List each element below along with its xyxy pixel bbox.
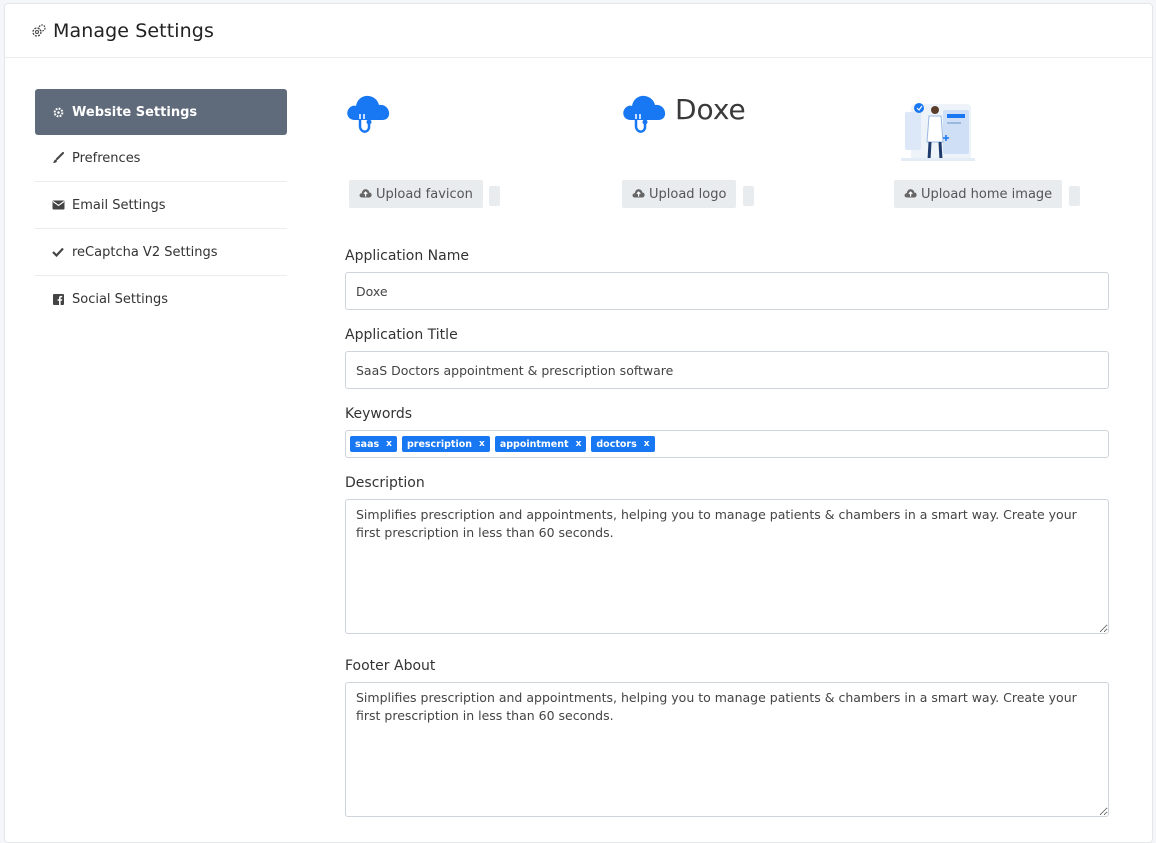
application-title-label: Application Title — [345, 327, 458, 343]
keywords-label: Keywords — [345, 406, 413, 422]
upload-logo-label: Upload logo — [649, 186, 727, 202]
gears-icon — [31, 22, 49, 40]
page-title: Manage Settings — [53, 19, 214, 42]
upload-favicon-label: Upload favicon — [376, 186, 473, 202]
keyword-tag-label: appointment — [499, 438, 569, 450]
sidebar-item-website-settings[interactable]: Website Settings — [35, 89, 287, 135]
sidebar-item-label: Prefrences — [72, 150, 141, 166]
brush-icon — [51, 152, 65, 164]
cloud-upload-icon — [632, 187, 645, 202]
remove-tag-icon[interactable]: x — [644, 439, 650, 449]
favicon-preview — [345, 90, 391, 142]
description-label: Description — [345, 475, 425, 491]
keyword-tag-label: prescription — [406, 438, 472, 450]
sidebar-item-label: reCaptcha V2 Settings — [72, 244, 218, 260]
home-image-file-indicator — [1069, 186, 1080, 206]
logo-file-indicator — [743, 186, 754, 206]
upload-home-image-label: Upload home image — [921, 186, 1053, 202]
application-title-input[interactable]: SaaS Doctors appointment & prescription … — [345, 351, 1109, 389]
footer-about-label: Footer About — [345, 658, 436, 674]
sidebar-item-social-settings[interactable]: Social Settings — [35, 276, 287, 323]
upload-logo-button[interactable]: Upload logo — [622, 180, 737, 208]
keyword-tag: appointment x — [494, 436, 587, 452]
card-header: Manage Settings — [5, 4, 1152, 58]
description-textarea[interactable]: Simplifies prescription and appointments… — [345, 499, 1109, 634]
remove-tag-icon[interactable]: x — [576, 439, 582, 449]
keywords-tag-input[interactable]: saas x prescription x appointment x doctors… — [345, 430, 1109, 458]
favicon-file-indicator — [489, 186, 500, 206]
keyword-tag-label: saas — [355, 438, 380, 450]
website-settings-form: Upload favicon Doxe Upload logo Upload h… — [345, 84, 1109, 838]
sidebar-item-prefrences[interactable]: Prefrences — [35, 135, 287, 182]
upload-section: Upload favicon Doxe Upload logo Upload h… — [345, 84, 1109, 224]
gear-icon — [51, 107, 65, 118]
application-name-group: Application Name Doxe — [345, 248, 1109, 310]
keyword-tag: saas x — [350, 436, 397, 452]
application-name-input[interactable]: Doxe — [345, 272, 1109, 310]
sidebar-item-recaptcha-settings[interactable]: reCaptcha V2 Settings — [35, 229, 287, 276]
footer-about-textarea[interactable]: Simplifies prescription and appointments… — [345, 682, 1109, 817]
sidebar-item-label: Email Settings — [72, 197, 166, 213]
home-image-preview — [901, 98, 975, 170]
footer-about-group: Footer About Simplifies prescription and… — [345, 658, 1109, 821]
sidebar-item-label: Website Settings — [72, 104, 198, 120]
check-icon — [51, 247, 65, 257]
remove-tag-icon[interactable]: x — [479, 439, 485, 449]
description-group: Description Simplifies prescription and … — [345, 475, 1109, 638]
logo-preview: Doxe — [621, 90, 746, 138]
keyword-tag: doctors x — [591, 436, 655, 452]
sidebar-item-email-settings[interactable]: Email Settings — [35, 182, 287, 229]
logo-wordmark: Doxe — [675, 92, 746, 126]
settings-card: Manage Settings Website Settings Prefren… — [4, 3, 1153, 843]
remove-tag-icon[interactable]: x — [386, 439, 392, 449]
keywords-group: Keywords saas x prescription x appointment… — [345, 406, 1109, 458]
sidebar-item-label: Social Settings — [72, 292, 168, 307]
application-title-group: Application Title SaaS Doctors appointme… — [345, 327, 1109, 389]
application-name-label: Application Name — [345, 248, 469, 264]
cloud-upload-icon — [359, 187, 372, 202]
envelope-icon — [51, 200, 65, 210]
upload-home-image-button[interactable]: Upload home image — [894, 180, 1063, 208]
settings-sidebar: Website Settings Prefrences Email Settin… — [35, 89, 287, 323]
cloud-upload-icon — [904, 187, 917, 202]
facebook-icon — [51, 294, 65, 305]
keyword-tag: prescription x — [401, 436, 490, 452]
keyword-tag-label: doctors — [596, 438, 637, 450]
upload-favicon-button[interactable]: Upload favicon — [349, 180, 483, 208]
